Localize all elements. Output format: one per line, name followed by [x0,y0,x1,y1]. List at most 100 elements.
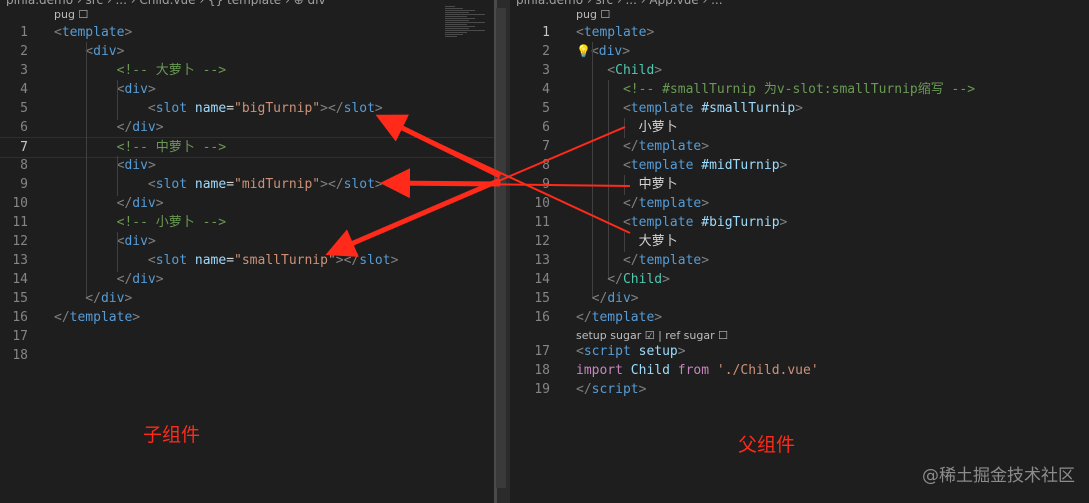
code-line[interactable]: 5 <template #smallTurnip> [510,99,1089,118]
code-line[interactable]: 1 <template> [0,23,494,42]
code-token: < [54,234,125,249]
scrollbar-thumb[interactable] [496,8,506,488]
code-token: < [54,253,156,268]
code-line[interactable]: 15 </div> [0,289,494,308]
code-line[interactable]: 11 <!-- 小萝卜 --> [0,213,494,232]
pug-codelens[interactable]: pug ☐ [54,8,88,21]
code-line[interactable]: 12 <div> [0,232,494,251]
code-line[interactable]: 10 </div> [0,194,494,213]
code-line[interactable]: 6 小萝卜 [510,118,1089,137]
line-number: 5 [542,101,550,116]
line-number: 13 [534,253,550,268]
code-token: div [607,291,631,306]
code-token: div [124,234,148,249]
code-token: > [155,120,164,135]
code-line[interactable]: 6 </div> [0,118,494,137]
setup-sugar-codelens[interactable]: setup sugar ☑ | ref sugar ☐ [576,329,728,342]
pug-codelens[interactable]: pug ☐ [576,8,610,21]
code-text: <!-- #smallTurnip 为v-slot:smallTurnip缩写 … [576,80,975,99]
indent-guide [592,42,593,297]
code-token: < [576,63,616,78]
code-token: <!-- 中萝卜 --> [54,140,227,155]
code-token: > [124,25,133,40]
code-line[interactable]: 10 </template> [510,194,1089,213]
line-number: 1 [542,25,550,40]
line-number: 5 [20,101,28,116]
code-line[interactable]: 1 <template> [510,23,1089,42]
code-token: <!-- 大萝卜 --> [54,63,227,78]
parent-editor-pane[interactable]: pinia.demo › src › ... › App.vue › ... p… [510,0,1089,503]
line-number: 11 [534,215,550,230]
breadcrumb[interactable]: pinia.demo › src › ... › App.vue › ... [510,0,723,6]
code-token: > [155,272,164,287]
code-token: #midTurnip [701,158,780,173]
code-token: div [598,44,623,59]
code-token: "midTurnip" [234,177,321,192]
code-token: > [132,310,141,325]
code-line[interactable]: 8 <template #midTurnip> [510,156,1089,175]
code-line[interactable]: 2 <div> [0,42,494,61]
lightbulb-icon[interactable]: 💡 [576,44,591,58]
code-token: </ [54,196,133,211]
code-token: name [194,101,227,116]
line-number: 13 [12,253,28,268]
child-editor-pane[interactable]: pinia.demo › src › ... › Child.vue › {} … [0,0,494,503]
code-line[interactable]: 11 <template #bigTurnip> [510,213,1089,232]
code-line[interactable]: 16 </template> [0,308,494,327]
code-line[interactable]: 8 <div> [0,156,494,175]
breadcrumb[interactable]: pinia.demo › src › ... › Child.vue › {} … [0,0,326,6]
code-token: < [576,25,584,40]
code-token: < [54,44,94,59]
code-token: div [93,44,117,59]
code-line[interactable]: 5 <slot name="bigTurnip"></slot> [0,99,494,118]
code-line[interactable]: 3 <!-- 大萝卜 --> [0,61,494,80]
line-number: 9 [542,177,550,192]
code-line[interactable]: 7 </template> [510,137,1089,156]
code-token: > [654,310,663,325]
code-line[interactable]: 17 [0,327,494,346]
code-line[interactable]: 13 <slot name="smallTurnip"></slot> [0,251,494,270]
code-token: </ [576,272,623,287]
code-text: <slot name="bigTurnip"></slot> [54,99,383,118]
code-line[interactable]: 19 </script> [510,380,1089,399]
code-token: name [194,177,227,192]
code-line[interactable]: 17 <script setup> [510,342,1089,361]
code-line[interactable]: 14 </div> [0,270,494,289]
code-line[interactable]: 4 <!-- #smallTurnip 为v-slot:smallTurnip缩… [510,80,1089,99]
code-line[interactable]: 18 [0,346,494,365]
code-text: <script setup> [576,342,686,361]
line-number: 16 [12,310,28,325]
code-token: > [155,196,164,211]
code-token: import [576,363,623,378]
code-token: </ [576,310,592,325]
line-number: 7 [20,140,28,155]
code-line[interactable]: 13 </template> [510,251,1089,270]
code-line[interactable]: 16 </template> [510,308,1089,327]
code-token: "smallTurnip" [234,253,336,268]
code-token: > [677,344,686,359]
code-line[interactable]: 18 import Child from './Child.vue' [510,361,1089,380]
code-line[interactable]: 7 <!-- 中萝卜 --> [0,137,494,158]
code-line[interactable]: 9 <slot name="midTurnip"></slot> [0,175,494,194]
code-line[interactable]: 2 💡<div> [510,42,1089,61]
code-line[interactable]: 12 大萝卜 [510,232,1089,251]
code-line[interactable]: 9 中萝卜 [510,175,1089,194]
code-token: > [646,25,655,40]
code-line[interactable]: 3 <Child> [510,61,1089,80]
code-token: > [147,82,156,97]
line-number: 6 [542,120,550,135]
code-line[interactable]: 4 <div> [0,80,494,99]
code-token: < [54,177,156,192]
code-token: div [124,158,148,173]
code-line[interactable]: 14 </Child> [510,270,1089,289]
code-text: </template> [576,251,709,270]
code-text: <template> [576,23,654,42]
code-token: ></ [320,101,344,116]
line-number: 14 [12,272,28,287]
editor-split-divider[interactable] [494,0,510,503]
code-line[interactable]: 15 </div> [510,289,1089,308]
code-token: from [677,363,710,378]
code-token: <!-- 小萝卜 --> [54,215,227,230]
